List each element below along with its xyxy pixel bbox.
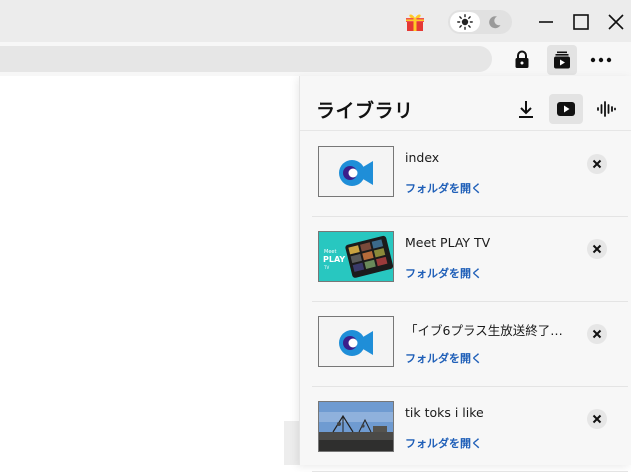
audio-icon[interactable] [589, 94, 623, 124]
library-icon[interactable] [547, 45, 577, 75]
gift-icon[interactable] [403, 9, 427, 33]
open-folder-link[interactable]: フォルダを開く [405, 350, 482, 366]
close-icon[interactable] [587, 239, 607, 259]
playtv-thumbnail: Meet PLAY TV [318, 231, 394, 282]
more-icon[interactable] [586, 45, 616, 75]
landscape-thumbnail [318, 401, 394, 452]
library-title: ライブラリ [316, 100, 414, 122]
scrollbar-stub [284, 421, 299, 465]
download-icon[interactable] [509, 94, 543, 124]
svg-text:TV: TV [323, 265, 329, 270]
item-title: Meet PLAY TV [405, 235, 491, 250]
minimize-icon[interactable] [532, 8, 560, 36]
moon-icon[interactable] [486, 13, 504, 31]
maximize-icon[interactable] [567, 8, 595, 36]
close-icon[interactable] [602, 8, 630, 36]
close-icon[interactable] [587, 409, 607, 429]
svg-text:PLAY: PLAY [323, 255, 345, 264]
list-item[interactable]: tik toks i like フォルダを開く [312, 387, 628, 472]
panel-divider [300, 130, 631, 131]
lock-icon[interactable] [507, 45, 537, 75]
app-logo-thumbnail [318, 316, 394, 367]
close-icon[interactable] [587, 154, 607, 174]
close-icon[interactable] [587, 324, 607, 344]
list-item[interactable]: Meet PLAY TV Meet PLAY TV フォルダを開く [312, 217, 628, 302]
sun-icon[interactable] [450, 12, 480, 32]
item-title: 「イブ6プラス生放送終了後… [405, 323, 565, 338]
list-item[interactable]: index フォルダを開く [312, 132, 628, 217]
open-folder-link[interactable]: フォルダを開く [405, 435, 482, 451]
app-logo-thumbnail [318, 146, 394, 197]
theme-toggle[interactable] [448, 10, 512, 34]
item-title: index [405, 150, 440, 165]
library-panel: ライブラリ index フォルダを開く Meet PLAY TV Meet PL… [299, 76, 631, 472]
open-folder-link[interactable]: フォルダを開く [405, 265, 482, 281]
list-item[interactable]: 「イブ6プラス生放送終了後… フォルダを開く [312, 302, 628, 387]
open-folder-link[interactable]: フォルダを開く [405, 180, 482, 196]
item-title: tik toks i like [405, 405, 484, 420]
video-icon[interactable] [549, 94, 583, 124]
address-bar[interactable] [0, 46, 492, 72]
